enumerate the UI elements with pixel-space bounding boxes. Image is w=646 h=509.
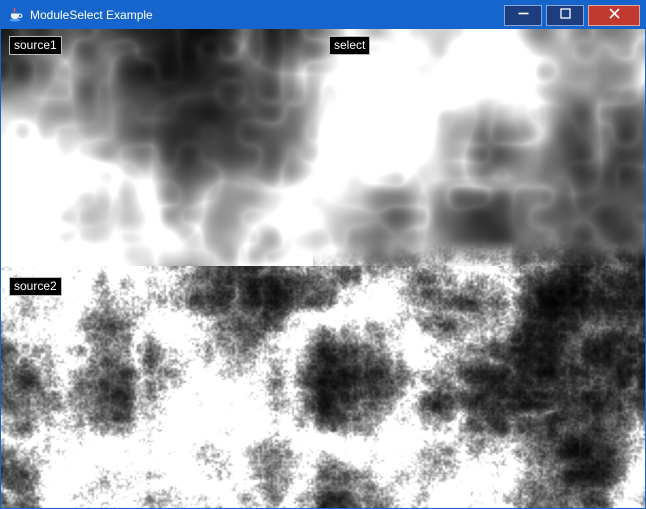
window-title: ModuleSelect Example [30,1,153,29]
source2-label: source2 [9,277,62,296]
source1-noise-image [1,29,313,267]
minimize-button[interactable] [504,5,542,26]
titlebar[interactable]: ModuleSelect Example [1,1,645,29]
maximize-icon [560,6,571,24]
close-icon [609,6,620,24]
select-label: select [329,36,370,55]
source2-noise-image [1,266,645,508]
render-area: source1 select source2 [1,29,645,508]
close-button[interactable] [588,5,640,26]
maximize-button[interactable] [546,5,584,26]
source1-label: source1 [9,36,62,55]
minimize-icon [518,6,529,24]
java-coffee-cup-icon [8,7,24,23]
app-window: ModuleSelect Example [0,0,646,509]
window-controls [504,5,645,26]
